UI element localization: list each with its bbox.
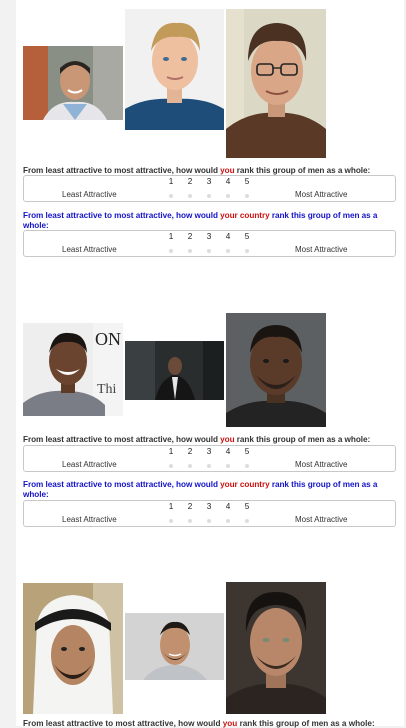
scale-number: 1 [168,447,174,456]
rating-radio-1[interactable] [169,194,173,198]
rating-radio-3[interactable] [207,194,211,198]
man-with-glasses-photo [226,9,326,158]
svg-text:ON: ON [95,329,121,349]
emphasis-your-country: your country [220,211,270,220]
least-attractive-label: Least Attractive [62,245,117,254]
rating-scale: 1 2 3 4 5 Least Attractive Most Attracti… [23,175,396,202]
rating-radio-2[interactable] [188,464,192,468]
most-attractive-label: Most Attractive [295,190,348,199]
scale-number: 5 [244,502,250,511]
scale-number: 1 [168,232,174,241]
rating-scale: 1 2 3 4 5 Least Attractive Most Attracti… [23,500,396,527]
emphasis-your-country: your country [220,480,270,489]
scale-number: 2 [187,502,193,511]
rating-scale: 1 2 3 4 5 Least Attractive Most Attracti… [23,445,396,472]
scale-number: 2 [187,447,193,456]
scale-number: 4 [225,177,231,186]
rating-radio-2[interactable] [188,249,192,253]
man-laughing-photo: ON Thi [23,323,123,416]
scale-number: 5 [244,447,250,456]
question-country-rank: From least attractive to most attractive… [23,211,378,230]
most-attractive-label: Most Attractive [295,245,348,254]
man-in-suit-photo [125,341,224,400]
scale-number: 1 [168,177,174,186]
rating-scale: 1 2 3 4 5 Least Attractive Most Attracti… [23,230,396,257]
scale-number: 3 [206,177,212,186]
man-in-headdress-photo [23,583,123,714]
question-country-rank: From least attractive to most attractive… [23,480,378,499]
rating-radio-2[interactable] [188,519,192,523]
scale-number: 5 [244,177,250,186]
rating-radio-4[interactable] [226,249,230,253]
rating-radio-2[interactable] [188,194,192,198]
rating-radio-5[interactable] [245,519,249,523]
scale-number: 3 [206,232,212,241]
rating-radio-5[interactable] [245,194,249,198]
scale-number: 3 [206,447,212,456]
scale-number: 4 [225,502,231,511]
scale-number: 5 [244,232,250,241]
man-smiling-outdoors-photo [23,46,123,120]
bearded-man-photo [226,313,326,427]
emphasis-you: you [220,435,235,444]
rating-radio-5[interactable] [245,464,249,468]
question-self-rank: From least attractive to most attractive… [23,435,371,444]
rating-radio-3[interactable] [207,249,211,253]
man-curly-hair-photo [226,582,326,714]
rating-radio-3[interactable] [207,464,211,468]
scale-number: 3 [206,502,212,511]
question-self-rank: From least attractive to most attractive… [23,719,375,728]
scale-number: 2 [187,177,193,186]
scale-number: 2 [187,232,193,241]
rating-radio-4[interactable] [226,519,230,523]
rating-radio-4[interactable] [226,194,230,198]
rating-radio-1[interactable] [169,519,173,523]
least-attractive-label: Least Attractive [62,515,117,524]
scale-number: 4 [225,447,231,456]
rating-radio-4[interactable] [226,464,230,468]
man-with-beard-smiling-photo [125,613,224,680]
rating-radio-3[interactable] [207,519,211,523]
emphasis-you: you [222,719,238,728]
least-attractive-label: Least Attractive [62,460,117,469]
most-attractive-label: Most Attractive [295,460,348,469]
rating-radio-1[interactable] [169,249,173,253]
rating-radio-1[interactable] [169,464,173,468]
rating-radio-5[interactable] [245,249,249,253]
most-attractive-label: Most Attractive [295,515,348,524]
least-attractive-label: Least Attractive [62,190,117,199]
emphasis-you: you [220,166,235,175]
scale-number: 1 [168,502,174,511]
scale-number: 4 [225,232,231,241]
svg-text:Thi: Thi [97,382,117,397]
young-man-blonde-photo [125,9,224,130]
